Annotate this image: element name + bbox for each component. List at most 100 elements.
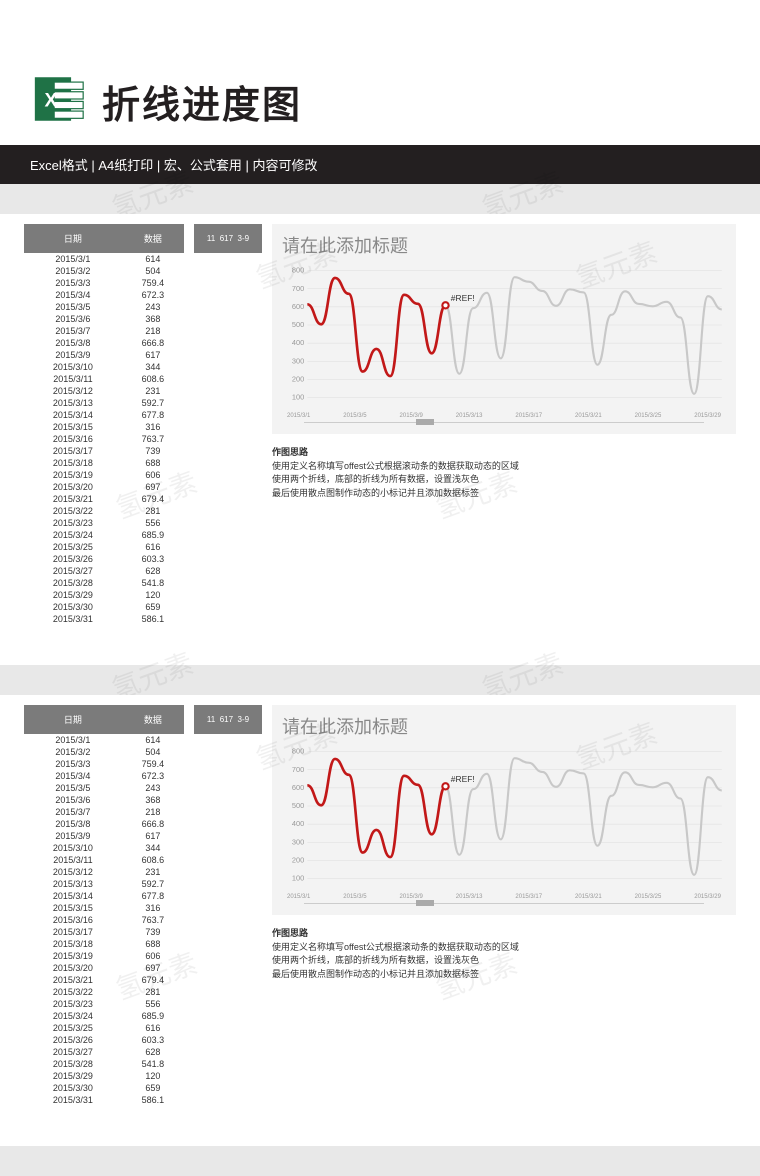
col-value: 数据 xyxy=(122,705,184,734)
table-row: 2015/3/28541.8 xyxy=(24,1058,184,1070)
table-row: 2015/3/18688 xyxy=(24,457,184,469)
table-row: 2015/3/21679.4 xyxy=(24,493,184,505)
table-row: 2015/3/3759.4 xyxy=(24,758,184,770)
svg-text:200: 200 xyxy=(292,855,304,864)
chart-scrollbar[interactable] xyxy=(282,903,726,904)
table-row: 2015/3/1614 xyxy=(24,253,184,265)
chart-title: 请在此添加标题 xyxy=(282,232,726,258)
table-row: 2015/3/24685.9 xyxy=(24,529,184,541)
table-row: 2015/3/31586.1 xyxy=(24,1094,184,1106)
table-row: 2015/3/17739 xyxy=(24,445,184,457)
chart-xaxis: 2015/3/12015/3/52015/3/92015/3/132015/3/… xyxy=(282,894,726,900)
table-row: 2015/3/28541.8 xyxy=(24,577,184,589)
table-row: 2015/3/18688 xyxy=(24,938,184,950)
table-row: 2015/3/13592.7 xyxy=(24,878,184,890)
panel-top: 日期数据2015/3/16142015/3/25042015/3/3759.42… xyxy=(14,214,746,635)
svg-text:X: X xyxy=(45,90,58,111)
svg-text:700: 700 xyxy=(292,765,304,774)
table-row: 2015/3/6368 xyxy=(24,794,184,806)
svg-text:300: 300 xyxy=(292,356,304,365)
table-row: 2015/3/26603.3 xyxy=(24,1034,184,1046)
table-row: 2015/3/19606 xyxy=(24,469,184,481)
table-row: 2015/3/22281 xyxy=(24,505,184,517)
table-row: 2015/3/14677.8 xyxy=(24,890,184,902)
table-row: 2015/3/25616 xyxy=(24,541,184,553)
table-row: 2015/3/9617 xyxy=(24,349,184,361)
table-row: 2015/3/14677.8 xyxy=(24,409,184,421)
table-row: 2015/3/9617 xyxy=(24,830,184,842)
table-row: 2015/3/15316 xyxy=(24,421,184,433)
table-row: 2015/3/21679.4 xyxy=(24,974,184,986)
table-row: 2015/3/10344 xyxy=(24,842,184,854)
table-row: 2015/3/13592.7 xyxy=(24,397,184,409)
table-row: 2015/3/4672.3 xyxy=(24,770,184,782)
panel-bottom: 日期数据2015/3/16142015/3/25042015/3/3759.42… xyxy=(14,695,746,1116)
table-row: 2015/3/29120 xyxy=(24,1070,184,1082)
chart-title: 请在此添加标题 xyxy=(282,713,726,739)
table-row: 2015/3/20697 xyxy=(24,962,184,974)
table-row: 2015/3/22281 xyxy=(24,986,184,998)
notes: 作图思路使用定义名称填写offest公式根据滚动条的数据获取动态的区域使用两个折… xyxy=(272,927,736,981)
table-row: 2015/3/6368 xyxy=(24,313,184,325)
svg-text:500: 500 xyxy=(292,320,304,329)
svg-text:100: 100 xyxy=(292,874,304,883)
table-row: 2015/3/4672.3 xyxy=(24,289,184,301)
page-title: 折线进度图 xyxy=(102,74,302,129)
table-row: 2015/3/27628 xyxy=(24,1046,184,1058)
svg-text:600: 600 xyxy=(292,302,304,311)
table-row: 2015/3/8666.8 xyxy=(24,337,184,349)
svg-text:600: 600 xyxy=(292,783,304,792)
data-table: 日期数据2015/3/16142015/3/25042015/3/3759.42… xyxy=(24,705,184,1106)
svg-text:800: 800 xyxy=(292,266,304,275)
table-row: 2015/3/2504 xyxy=(24,265,184,277)
table-row: 2015/3/8666.8 xyxy=(24,818,184,830)
table-row: 2015/3/16763.7 xyxy=(24,914,184,926)
svg-text:800: 800 xyxy=(292,747,304,756)
table-row: 2015/3/12231 xyxy=(24,866,184,878)
table-row: 2015/3/7218 xyxy=(24,806,184,818)
table-row: 2015/3/5243 xyxy=(24,782,184,794)
chart-xaxis: 2015/3/12015/3/52015/3/92015/3/132015/3/… xyxy=(282,413,726,419)
col-date: 日期 xyxy=(24,705,122,734)
notes: 作图思路使用定义名称填写offest公式根据滚动条的数据获取动态的区域使用两个折… xyxy=(272,446,736,500)
svg-text:#REF!: #REF! xyxy=(451,293,475,303)
table-row: 2015/3/3759.4 xyxy=(24,277,184,289)
table-row: 2015/3/11608.6 xyxy=(24,373,184,385)
table-row: 2015/3/23556 xyxy=(24,517,184,529)
table-row: 2015/3/7218 xyxy=(24,325,184,337)
svg-text:400: 400 xyxy=(292,819,304,828)
table-row: 2015/3/19606 xyxy=(24,950,184,962)
table-row: 2015/3/20697 xyxy=(24,481,184,493)
col-date: 日期 xyxy=(24,224,122,253)
table-row: 2015/3/10344 xyxy=(24,361,184,373)
table-row: 2015/3/12231 xyxy=(24,385,184,397)
chart: 请在此添加标题 100 200 300 400 500 600 700 800 #REF! 2015… xyxy=(272,705,736,915)
svg-text:200: 200 xyxy=(292,374,304,383)
table-row: 2015/3/2504 xyxy=(24,746,184,758)
table-row: 2015/3/29120 xyxy=(24,589,184,601)
table-row: 2015/3/30659 xyxy=(24,601,184,613)
table-row: 2015/3/27628 xyxy=(24,565,184,577)
table-row: 2015/3/26603.3 xyxy=(24,553,184,565)
summary-box: 11 617 3-9 xyxy=(194,705,262,1106)
excel-icon: X xyxy=(30,70,102,133)
table-row: 2015/3/31586.1 xyxy=(24,613,184,625)
table-row: 2015/3/30659 xyxy=(24,1082,184,1094)
svg-text:400: 400 xyxy=(292,338,304,347)
svg-text:#REF!: #REF! xyxy=(451,774,475,784)
svg-text:700: 700 xyxy=(292,284,304,293)
chart-scrollbar[interactable] xyxy=(282,422,726,423)
data-table: 日期数据2015/3/16142015/3/25042015/3/3759.42… xyxy=(24,224,184,625)
svg-text:500: 500 xyxy=(292,801,304,810)
svg-text:100: 100 xyxy=(292,393,304,402)
summary-box: 11 617 3-9 xyxy=(194,224,262,625)
svg-text:300: 300 xyxy=(292,837,304,846)
table-row: 2015/3/16763.7 xyxy=(24,433,184,445)
chart: 请在此添加标题 100 200 300 400 500 600 700 800 #REF! 2015… xyxy=(272,224,736,434)
table-row: 2015/3/15316 xyxy=(24,902,184,914)
header: X 折线进度图 xyxy=(0,0,760,145)
table-row: 2015/3/23556 xyxy=(24,998,184,1010)
table-row: 2015/3/1614 xyxy=(24,734,184,746)
table-row: 2015/3/24685.9 xyxy=(24,1010,184,1022)
table-row: 2015/3/5243 xyxy=(24,301,184,313)
